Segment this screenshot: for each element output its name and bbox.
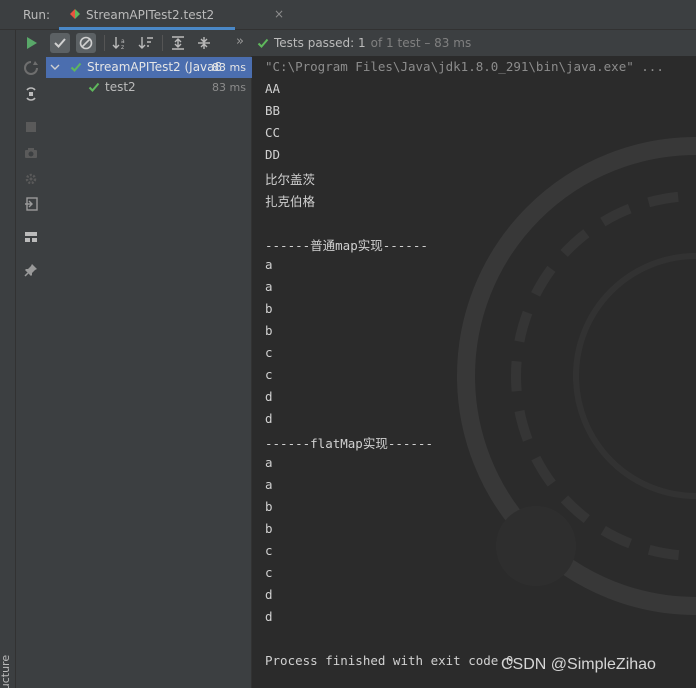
- status-passed-text: Tests passed: 1: [274, 36, 366, 50]
- test-config-icon: [70, 9, 80, 19]
- passed-check-icon: [257, 38, 269, 48]
- console-line: AA: [265, 81, 281, 96]
- console-line: CC: [265, 125, 281, 140]
- toggle-auto-test-icon[interactable]: [22, 85, 40, 103]
- console-line: a: [265, 257, 273, 272]
- console-line: ------普通map实现------: [265, 238, 428, 253]
- layout-icon[interactable]: [22, 228, 40, 246]
- stop-icon[interactable]: [22, 118, 40, 136]
- tree-item-test2[interactable]: test2 83 ms: [46, 77, 252, 98]
- console-line: BB: [265, 103, 281, 118]
- tree-item-time: 83 ms: [212, 61, 246, 74]
- console-line: b: [265, 301, 273, 316]
- console-line: d: [265, 609, 273, 624]
- show-passed-icon[interactable]: [50, 33, 70, 53]
- console-line: b: [265, 521, 273, 536]
- pin-icon[interactable]: [22, 261, 40, 279]
- console-line: a: [265, 279, 273, 294]
- tree-item-label: test2: [105, 80, 136, 94]
- structure-tool-window-button[interactable]: Structure: [0, 654, 16, 688]
- console-line: ------flatMap实现------: [265, 436, 433, 451]
- run-tab-bar: Run: StreamAPITest2.test2 ×: [0, 0, 696, 30]
- passed-check-icon: [70, 62, 82, 72]
- status-total-text: of 1 test – 83 ms: [370, 36, 472, 50]
- console-line: c: [265, 543, 273, 558]
- test-status: Tests passed: 1 of 1 test – 83 ms: [257, 34, 471, 52]
- toolbar-separator: [162, 35, 163, 51]
- console-line: a: [265, 477, 273, 492]
- console-line: c: [265, 345, 273, 360]
- console-output[interactable]: "C:\Program Files\Java\jdk1.8.0_291\bin\…: [253, 56, 696, 688]
- tree-item-root[interactable]: StreamAPITest2 (Java8 83 ms: [46, 57, 252, 78]
- console-line: c: [265, 367, 273, 382]
- passed-check-icon: [88, 82, 100, 92]
- console-line: d: [265, 389, 273, 404]
- structure-label: Structure: [0, 654, 13, 688]
- sort-by-duration-icon[interactable]: [136, 33, 156, 53]
- console-line: b: [265, 499, 273, 514]
- console-line: c: [265, 565, 273, 580]
- svg-text:z: z: [121, 44, 124, 50]
- left-tool-strip: Structure: [0, 30, 16, 688]
- console-line: 比尔盖茨: [265, 172, 316, 187]
- console-line: b: [265, 323, 273, 338]
- tab-run-config[interactable]: StreamAPITest2.test2 ×: [59, 0, 284, 30]
- console-line: DD: [265, 147, 281, 162]
- run-label: Run:: [23, 8, 51, 22]
- chevron-down-icon[interactable]: [50, 60, 60, 74]
- show-ignored-icon[interactable]: [76, 33, 96, 53]
- settings-icon[interactable]: [22, 170, 40, 188]
- background-decoration: [457, 137, 696, 615]
- close-icon[interactable]: ×: [274, 7, 284, 21]
- console-line: 扎克伯格: [265, 194, 316, 209]
- camera-icon[interactable]: [22, 144, 40, 162]
- watermark: CSDN @SimpleZihao: [501, 656, 656, 673]
- tab-title: StreamAPITest2.test2: [86, 8, 215, 22]
- rerun-failed-icon[interactable]: [22, 59, 40, 77]
- test-toolbar: az » Tests passed: 1 of 1 test – 83 ms: [46, 30, 696, 56]
- console-command-line: "C:\Program Files\Java\jdk1.8.0_291\bin\…: [265, 59, 664, 74]
- test-tree: StreamAPITest2 (Java8 83 ms test2 83 ms: [46, 56, 252, 688]
- tree-item-time: 83 ms: [212, 81, 246, 94]
- rerun-icon[interactable]: [22, 34, 40, 52]
- console-line: Process finished with exit code 0: [265, 653, 514, 668]
- tree-item-label: StreamAPITest2 (Java8: [87, 60, 223, 74]
- toolbar-separator: [104, 35, 105, 51]
- console-line: d: [265, 411, 273, 426]
- console-line: d: [265, 587, 273, 602]
- run-side-toolbar: [16, 30, 46, 688]
- toolbar-overflow[interactable]: »: [236, 34, 244, 49]
- console-line: a: [265, 455, 273, 470]
- import-icon[interactable]: [22, 195, 40, 213]
- collapse-all-icon[interactable]: [194, 33, 214, 53]
- expand-all-icon[interactable]: [168, 33, 188, 53]
- sort-alphabetically-icon[interactable]: az: [110, 33, 130, 53]
